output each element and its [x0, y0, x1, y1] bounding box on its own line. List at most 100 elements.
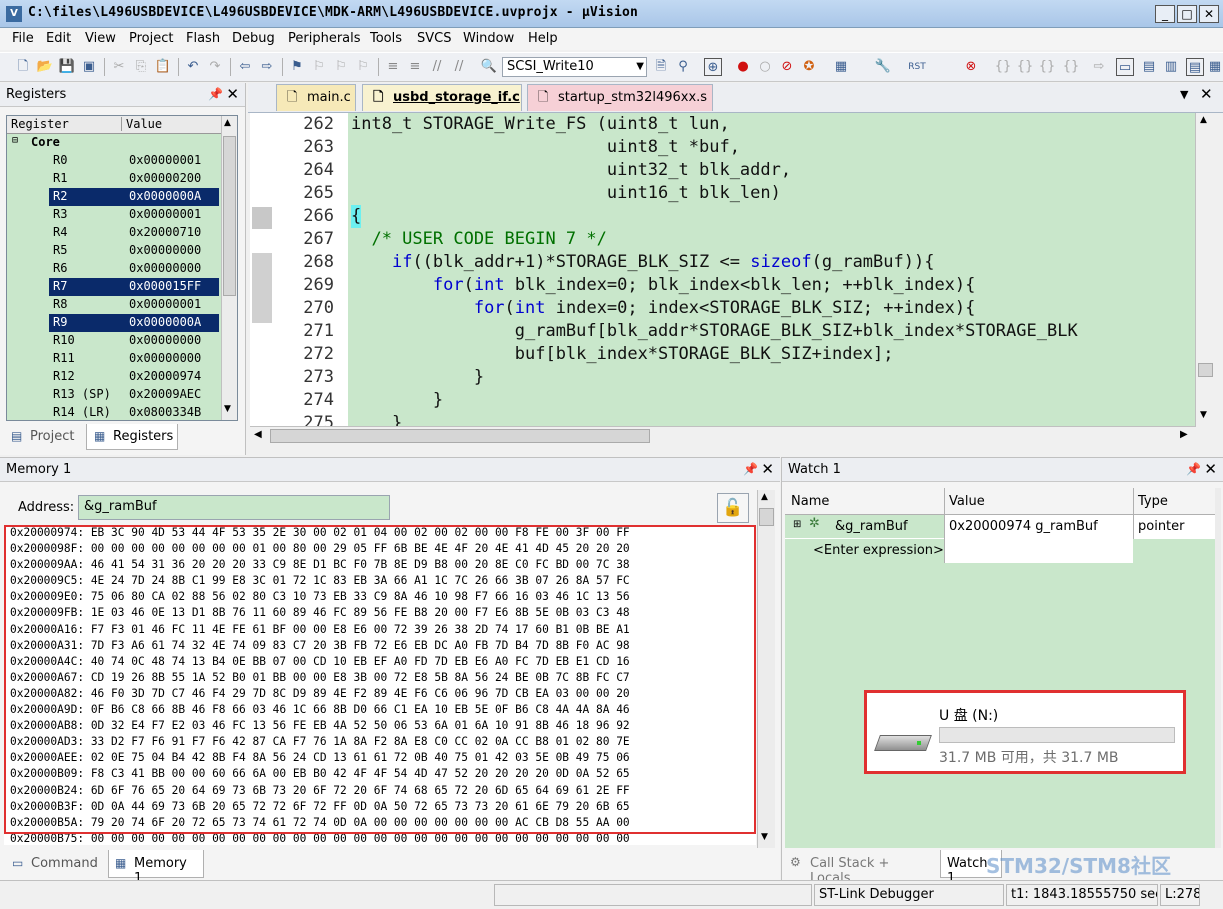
- minimize-button[interactable]: _: [1155, 5, 1175, 23]
- tab-main-c[interactable]: 🗋 main.c: [276, 84, 356, 111]
- menu-svcs[interactable]: SVCS: [417, 31, 451, 46]
- configure-icon[interactable]: 🔧: [874, 58, 892, 76]
- register-row[interactable]: R13 (SP) 0x20009AEC: [7, 386, 237, 404]
- tab-call-stack[interactable]: ⚙ Call Stack + Locals: [786, 850, 938, 886]
- register-value[interactable]: 0x20009AEC: [129, 387, 201, 401]
- run-to-cursor-icon[interactable]: {}: [1062, 58, 1080, 76]
- tab-command[interactable]: ▭ Command: [6, 852, 106, 878]
- col-name[interactable]: Name: [791, 494, 829, 509]
- register-row[interactable]: R3 0x00000001: [7, 206, 237, 224]
- code-line[interactable]: 274 }: [250, 389, 1195, 412]
- disassembly-window-icon[interactable]: ▤: [1140, 58, 1158, 76]
- usb-drive-card[interactable]: U 盘 (N:) 31.7 MB 可用，共 31.7 MB: [864, 690, 1186, 774]
- pin-icon[interactable]: 📌: [743, 462, 758, 476]
- target-select[interactable]: SCSI_Write10 ▼: [502, 57, 647, 77]
- incremental-find-icon[interactable]: ⚲: [674, 58, 692, 76]
- code-line[interactable]: 265 uint16_t blk_len): [250, 182, 1195, 205]
- breakpoint-icon[interactable]: ●: [734, 58, 752, 76]
- menu-window[interactable]: Window: [463, 31, 514, 46]
- code-text[interactable]: }: [351, 366, 484, 389]
- step-out-icon[interactable]: {}: [1038, 58, 1056, 76]
- tab-registers[interactable]: ▦ Registers: [86, 424, 178, 450]
- debug-session-icon[interactable]: ⊕: [704, 58, 722, 76]
- indent-icon[interactable]: ≡: [384, 58, 402, 76]
- memory-row[interactable]: 0x2000098F: 00 00 00 00 00 00 00 00 01 0…: [7, 541, 756, 557]
- close-button[interactable]: ✕: [1199, 5, 1219, 23]
- register-row[interactable]: R7 0x000015FF: [7, 278, 237, 296]
- code-text[interactable]: for(int index=0; index<STORAGE_BLK_SIZ; …: [351, 297, 976, 320]
- register-value[interactable]: 0x00000000: [129, 351, 201, 365]
- paste-icon[interactable]: 📋: [154, 58, 172, 76]
- registers-window-icon[interactable]: ▤: [1186, 58, 1204, 76]
- menu-tools[interactable]: Tools: [370, 31, 402, 46]
- memory-row[interactable]: 0x20000AEE: 02 0E 75 04 B4 42 8B F4 8A 5…: [7, 750, 756, 766]
- collapse-icon[interactable]: ⊟: [12, 135, 18, 146]
- code-text[interactable]: for(int blk_index=0; blk_index<blk_len; …: [351, 274, 976, 297]
- menu-file[interactable]: File: [12, 31, 34, 46]
- register-value[interactable]: 0x00000000: [129, 333, 201, 347]
- code-text[interactable]: }: [351, 412, 402, 426]
- register-row[interactable]: R6 0x00000000: [7, 260, 237, 278]
- open-file-icon[interactable]: 📂: [36, 58, 54, 76]
- memory-row[interactable]: 0x20000A31: 7D F3 A6 61 74 32 4E 74 09 8…: [7, 638, 756, 654]
- registers-scrollbar[interactable]: ▲ ▼: [221, 116, 237, 420]
- code-text[interactable]: }: [351, 389, 443, 412]
- unindent-icon[interactable]: ≡: [406, 58, 424, 76]
- copy-icon[interactable]: ⎘: [132, 58, 150, 76]
- register-row[interactable]: R4 0x20000710: [7, 224, 237, 242]
- expand-icon[interactable]: ⊞: [793, 519, 801, 530]
- memory-row[interactable]: 0x20000A67: CD 19 26 8B 55 1A 52 B0 01 B…: [7, 670, 756, 686]
- save-icon[interactable]: 💾: [58, 58, 76, 76]
- close-icon[interactable]: ✕: [761, 460, 774, 478]
- register-row[interactable]: R0 0x00000001: [7, 152, 237, 170]
- enter-expression[interactable]: <Enter expression>: [813, 543, 944, 558]
- memory-row[interactable]: 0x20000B75: 00 00 00 00 00 00 00 00 00 0…: [7, 831, 756, 845]
- register-value[interactable]: 0x0000000A: [129, 315, 201, 329]
- memory-row[interactable]: 0x20000AD3: 33 D2 F7 F6 91 F7 F6 42 87 C…: [7, 734, 756, 750]
- memory-row[interactable]: 0x20000B09: F8 C3 41 BB 00 00 60 66 6A 0…: [7, 766, 756, 782]
- address-input[interactable]: &g_ramBuf: [78, 495, 390, 520]
- step-over-icon[interactable]: {}: [1016, 58, 1034, 76]
- tab-memory-1[interactable]: ▦ Memory 1: [108, 850, 204, 886]
- code-line[interactable]: 264 uint32_t blk_addr,: [250, 159, 1195, 182]
- memory-row[interactable]: 0x200009FB: 1E 03 46 0E 13 D1 8B 76 11 6…: [7, 605, 756, 621]
- bookmark-icon[interactable]: ⚑: [288, 58, 306, 76]
- register-value[interactable]: 0x00000001: [129, 207, 201, 221]
- code-text[interactable]: /* USER CODE BEGIN 7 */: [351, 228, 606, 251]
- new-file-icon[interactable]: 🗋: [14, 58, 32, 76]
- memory-row[interactable]: 0x20000B24: 6D 6F 76 65 20 64 69 73 6B 7…: [7, 783, 756, 799]
- watch-enter-row[interactable]: <Enter expression>: [785, 539, 1215, 563]
- memory-row[interactable]: 0x200009AA: 46 41 54 31 36 20 20 20 33 C…: [7, 557, 756, 573]
- memory-row[interactable]: 0x20000974: EB 3C 90 4D 53 44 4F 53 35 2…: [7, 525, 756, 541]
- register-value[interactable]: 0x00000000: [129, 243, 201, 257]
- nav-forward-icon[interactable]: ⇨: [258, 58, 276, 76]
- code-line[interactable]: 275 }: [250, 412, 1195, 426]
- lock-icon[interactable]: 🔓: [717, 493, 749, 523]
- code-line[interactable]: 270 for(int index=0; index<STORAGE_BLK_S…: [250, 297, 1195, 320]
- col-value[interactable]: Value: [944, 488, 989, 515]
- editor-hscrollbar[interactable]: ◀ ▶: [250, 426, 1196, 446]
- register-value[interactable]: 0x000015FF: [129, 279, 201, 293]
- stop-icon[interactable]: ⊗: [962, 58, 980, 76]
- code-text[interactable]: buf[blk_index*STORAGE_BLK_SIZ+index];: [351, 343, 894, 366]
- close-icon[interactable]: ✕: [1204, 460, 1217, 478]
- prev-bookmark-icon[interactable]: ⚐: [310, 58, 328, 76]
- menu-view[interactable]: View: [85, 31, 116, 46]
- next-bookmark-icon[interactable]: ⚐: [332, 58, 350, 76]
- memory-row[interactable]: 0x20000A82: 46 F0 3D 7D C7 46 F4 29 7D 8…: [7, 686, 756, 702]
- register-group-core[interactable]: ⊟ Core: [7, 134, 237, 152]
- watch-row-value[interactable]: 0x20000974 g_ramBuf: [944, 515, 1133, 539]
- code-text[interactable]: int8_t STORAGE_Write_FS (uint8_t lun,: [351, 113, 730, 136]
- code-line[interactable]: 266 {: [250, 205, 1195, 228]
- call-stack-window-icon[interactable]: ▦: [1206, 58, 1223, 76]
- register-row[interactable]: R9 0x0000000A: [7, 314, 237, 332]
- code-line[interactable]: 263 uint8_t *buf,: [250, 136, 1195, 159]
- menu-project[interactable]: Project: [129, 31, 173, 46]
- watch-row[interactable]: ⊞ ✲ &g_ramBuf 0x20000974 g_ramBuf pointe…: [785, 515, 1215, 539]
- code-line[interactable]: 272 buf[blk_index*STORAGE_BLK_SIZ+index]…: [250, 343, 1195, 366]
- register-row[interactable]: R11 0x00000000: [7, 350, 237, 368]
- editor-vscrollbar[interactable]: ▲ ▼: [1195, 113, 1215, 426]
- register-value[interactable]: 0x00000000: [129, 261, 201, 275]
- save-all-icon[interactable]: ▣: [80, 58, 98, 76]
- menu-flash[interactable]: Flash: [186, 31, 220, 46]
